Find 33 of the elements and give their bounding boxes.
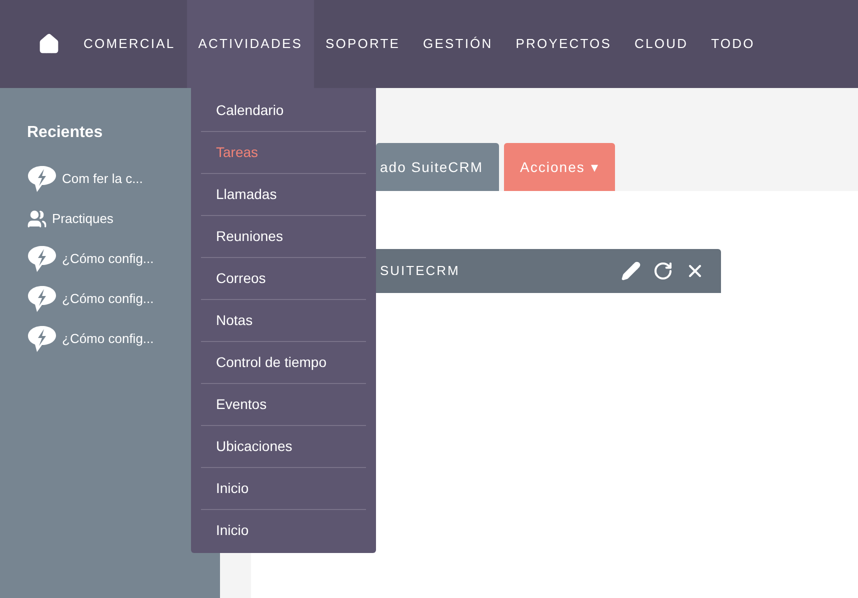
nav-tab[interactable]: COMERCIAL xyxy=(72,0,187,88)
menu-item[interactable]: Correos xyxy=(201,258,366,299)
caret-icon: ▾ xyxy=(590,156,599,178)
menu-item[interactable]: Llamadas xyxy=(201,174,366,215)
lightning-bubble-icon xyxy=(27,165,57,193)
nav-tab[interactable]: GESTIÓN xyxy=(412,0,504,88)
sidebar-title: Recientes xyxy=(27,123,104,143)
nav-tab[interactable]: PROYECTOS xyxy=(504,0,624,88)
lightning-bubble-icon xyxy=(27,325,57,353)
menu-item[interactable]: Control de tiempo xyxy=(201,342,366,383)
recent-item[interactable]: Practiques xyxy=(27,205,193,233)
menu-item[interactable]: Eventos xyxy=(201,384,366,425)
lightning-bubble-icon xyxy=(27,285,57,313)
dashboard-tab[interactable]: ado SuiteCRM xyxy=(376,143,500,191)
nav-tab[interactable]: ACTIVIDADES xyxy=(186,0,314,88)
edit-icon[interactable] xyxy=(621,261,641,281)
nav-tab[interactable]: CLOUD xyxy=(623,0,700,88)
menu-item[interactable]: Reuniones xyxy=(201,216,366,257)
recent-item[interactable]: ¿Cómo config... xyxy=(27,325,193,353)
nav-tab[interactable]: TODO xyxy=(700,0,766,88)
menu-item[interactable]: Notas xyxy=(201,300,366,341)
dashlet-title: SUITECRM xyxy=(380,262,461,280)
lightning-bubble-icon xyxy=(27,245,57,273)
nav-tab[interactable]: SOPORTE xyxy=(314,0,412,88)
menu-item[interactable]: Inicio xyxy=(201,468,366,509)
recent-item[interactable]: Com fer la c... xyxy=(27,165,193,193)
people-icon xyxy=(27,209,47,229)
menu-item[interactable]: Calendario xyxy=(201,90,366,131)
recent-item[interactable]: ¿Cómo config... xyxy=(27,245,193,273)
recent-item[interactable]: ¿Cómo config... xyxy=(27,285,193,313)
menu-item[interactable]: Inicio xyxy=(201,510,366,551)
refresh-icon[interactable] xyxy=(653,261,673,281)
menu-item[interactable]: Ubicaciones xyxy=(201,426,366,467)
